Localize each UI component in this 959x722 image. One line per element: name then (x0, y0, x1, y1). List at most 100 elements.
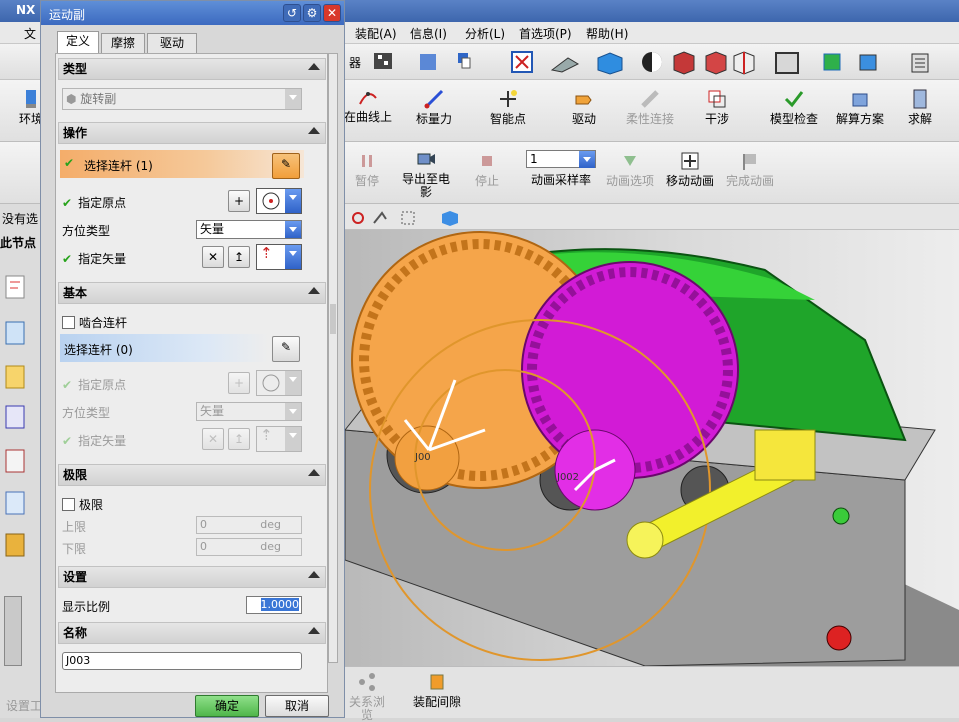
base-select-link-label: 选择连杆 (0) (64, 343, 133, 357)
limit-checkbox[interactable]: 极限 (62, 496, 103, 513)
model-check-button[interactable]: 模型检查 (766, 88, 822, 126)
upper-limit-input[interactable]: 0 deg (196, 516, 302, 534)
pause-button[interactable]: 暂停 (350, 150, 384, 188)
base-vector-dialog-button[interactable]: ↥ (228, 428, 250, 450)
lower-limit-label: 下限 (62, 542, 87, 556)
point-on-curve-button[interactable]: 在曲线上 (338, 86, 398, 124)
sample-rate-value: 1 (530, 152, 538, 166)
vector-dialog-button[interactable]: ↥ (228, 246, 250, 268)
flexible-link-button[interactable]: 柔性连接 (622, 88, 678, 126)
orient-type-value: 矢量 (200, 222, 225, 236)
move-animation-button[interactable]: 移动动画 (664, 150, 716, 188)
smart-point-button[interactable]: 智能点 (486, 88, 530, 126)
joint-dialog: 运动副 ↺ ⚙ ✕ 定义 摩擦 驱动 类型 ⬢ 旋转副 操作 ✔ 选择连杆 (1… (40, 0, 345, 718)
base-vector-method-select[interactable]: ⇡ (256, 426, 302, 452)
toolbar-icon-strip[interactable] (372, 50, 952, 76)
stop-label: 停止 (474, 174, 499, 188)
scalar-force-button[interactable]: 标量力 (412, 88, 456, 126)
driver-label: 驱动 (571, 112, 596, 126)
checkbox[interactable] (62, 316, 75, 329)
gear-icon[interactable]: ⚙ (303, 4, 321, 22)
pick-link-button[interactable]: ✎ (272, 153, 300, 179)
chevron-down-icon (285, 371, 301, 395)
select-link-row[interactable]: ✔ 选择连杆 (1) (60, 150, 304, 178)
menu-info[interactable]: 信息(I) (410, 25, 447, 42)
base-point-dialog-button[interactable]: + (228, 372, 250, 394)
base-vector-row: ✔ 指定矢量 (62, 434, 127, 448)
point-on-curve-label: 在曲线上 (343, 110, 392, 124)
tab-driver[interactable]: 驱动 (147, 33, 197, 53)
model-check-icon (784, 91, 804, 108)
smart-point-label: 智能点 (489, 112, 526, 126)
model-check-label: 模型检查 (769, 112, 818, 126)
animation-options-button[interactable]: 动画选项 (602, 150, 658, 188)
joint-label-1: J00 (414, 452, 431, 463)
chevron-down-icon (579, 151, 595, 168)
base-origin-row: ✔ 指定原点 (62, 378, 127, 392)
selection-icon-strip[interactable] (350, 209, 470, 227)
relation-browser-button[interactable]: 关系浏览 (345, 671, 389, 722)
driver-button[interactable]: 驱动 (566, 88, 602, 126)
solution-button[interactable]: 解算方案 (834, 88, 886, 126)
vector-method-select[interactable]: ⇡ (256, 244, 302, 270)
export-movie-button[interactable]: 导出至电影 (398, 148, 454, 199)
point-on-curve-icon (359, 92, 377, 105)
dialog-scrollbar[interactable] (328, 53, 338, 663)
tab-definition[interactable]: 定义 (57, 31, 99, 53)
resource-icons[interactable] (2, 274, 30, 574)
select-link-label: 选择连杆 (1) (84, 159, 153, 173)
joint-type-select[interactable]: ⬢ 旋转副 (62, 88, 302, 110)
settings-section-header[interactable]: 设置 (58, 566, 326, 588)
dialog-content: 类型 ⬢ 旋转副 操作 ✔ 选择连杆 (1) ✎ ✔ 指定原点 + 方位类型 矢量… (55, 53, 328, 693)
solve-button[interactable]: 求解 (904, 88, 936, 126)
joint-label-2: J002 (556, 472, 579, 483)
name-section-header[interactable]: 名称 (58, 622, 326, 644)
base-pick-link-button[interactable]: ✎ (272, 336, 300, 362)
stop-button[interactable]: 停止 (470, 150, 504, 188)
joint-name-input[interactable]: J003 (62, 652, 302, 670)
settings-tool-label[interactable]: 设置工 (6, 697, 42, 714)
chevron-down-icon (285, 245, 301, 269)
base-point-method-select[interactable] (256, 370, 302, 396)
close-icon[interactable]: ✕ (323, 4, 341, 22)
cancel-button[interactable]: 取消 (265, 695, 329, 717)
unit-label: deg (260, 540, 281, 553)
orient-type-select[interactable]: 矢量 (196, 220, 302, 239)
base-select-link-row[interactable]: 选择连杆 (0) (60, 334, 268, 362)
checkbox[interactable] (62, 498, 75, 511)
type-section-header[interactable]: 类型 (58, 58, 326, 80)
point-method-select[interactable] (256, 188, 302, 214)
assembly-clearance-label: 装配间隙 (412, 695, 461, 709)
finish-animation-label: 完成动画 (725, 174, 774, 188)
assembly-clearance-button[interactable]: 装配间隙 (411, 671, 463, 709)
base-section-header[interactable]: 基本 (58, 282, 326, 304)
ok-button[interactable]: 确定 (195, 695, 259, 717)
base-orient-type-select[interactable]: 矢量 (196, 402, 302, 421)
action-section-header[interactable]: 操作 (58, 122, 326, 144)
reset-icon[interactable]: ↺ (283, 4, 301, 22)
menu-help[interactable]: 帮助(H) (586, 25, 628, 42)
limit-section-header[interactable]: 极限 (58, 464, 326, 486)
graphics-viewport[interactable]: J00 J002 (344, 230, 959, 667)
menu-analysis[interactable]: 分析(L) (465, 25, 505, 42)
menu-assembly[interactable]: 装配(A) (355, 25, 397, 42)
reverse-direction-button[interactable]: ✕ (202, 246, 224, 268)
sample-rate-select[interactable]: 1 (526, 150, 596, 168)
menu-preferences[interactable]: 首选项(P) (519, 25, 572, 42)
assembly-clearance-icon (430, 674, 444, 690)
scrollbar[interactable] (4, 596, 22, 666)
vector-row: ✔ 指定矢量 (62, 250, 126, 267)
node-label: 此节点 (0, 236, 37, 250)
point-dialog-button[interactable]: + (228, 190, 250, 212)
base-reverse-direction-button[interactable]: ✕ (202, 428, 224, 450)
flexible-link-icon (641, 90, 659, 108)
mesh-link-checkbox[interactable]: 啮合连杆 (62, 314, 127, 331)
stop-icon (482, 156, 492, 166)
lower-limit-input[interactable]: 0 deg (196, 538, 302, 556)
interference-button[interactable]: 干涉 (700, 88, 734, 126)
finish-animation-button[interactable]: 完成动画 (722, 150, 778, 188)
menu-file[interactable]: 文 (24, 25, 36, 42)
origin-row: ✔ 指定原点 (62, 194, 126, 211)
scale-input[interactable]: 1.0000 (246, 596, 302, 614)
tab-friction[interactable]: 摩擦 (101, 33, 145, 53)
